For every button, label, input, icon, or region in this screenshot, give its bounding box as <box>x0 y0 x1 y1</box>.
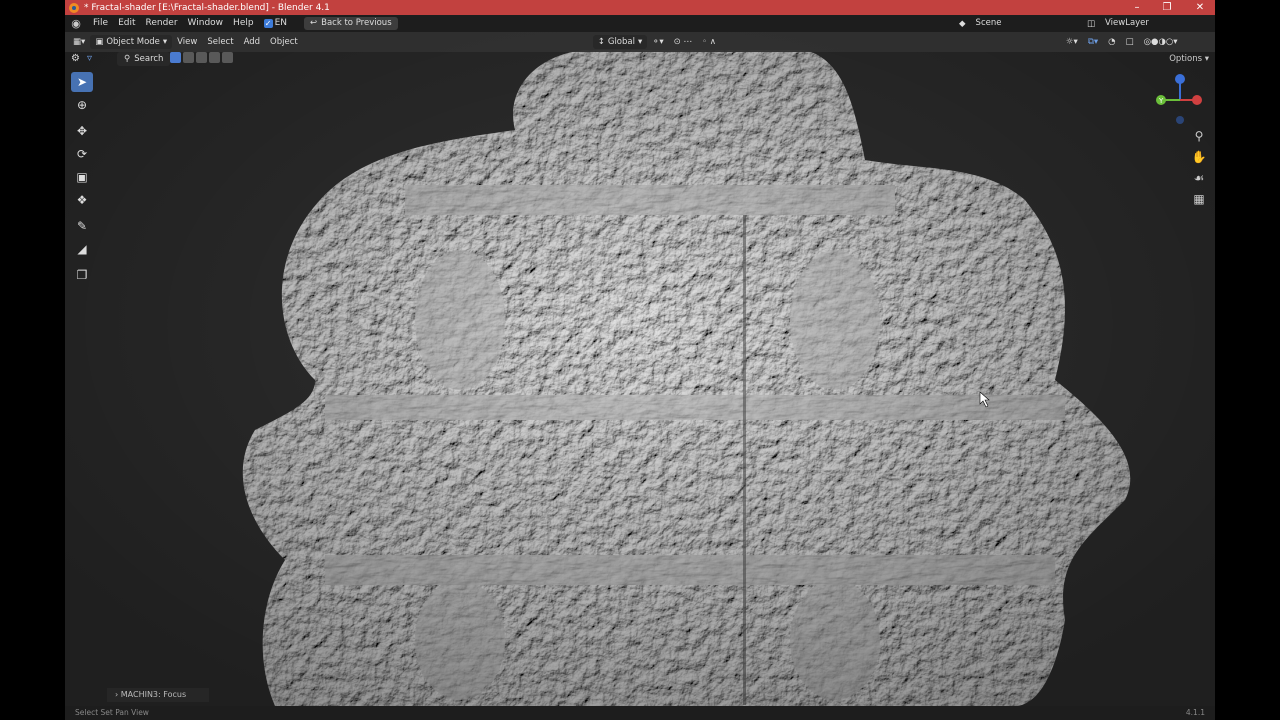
options-label: Options <box>1169 54 1203 64</box>
rotate-icon[interactable]: ⟳ <box>71 144 93 164</box>
pivot-icon[interactable]: ⚬▾ <box>647 32 668 52</box>
select-invert-mode[interactable] <box>209 52 220 63</box>
hand-icon[interactable]: ✋ <box>1191 149 1207 165</box>
menu-edit[interactable]: Edit <box>113 15 140 32</box>
view-layer-name-field[interactable]: ViewLayer <box>1101 17 1201 30</box>
menu-render[interactable]: Render <box>141 15 183 32</box>
transform-orientation-dropdown[interactable]: ↕ Global ▾ <box>592 35 648 49</box>
mode-label: Object Mode <box>106 37 160 47</box>
status-hints: Select Set Pan View <box>75 708 149 717</box>
select-subtract-mode[interactable] <box>196 52 207 63</box>
selection-mode-group <box>170 52 233 63</box>
view-layer-icon: ◫ <box>1087 18 1096 29</box>
gear-icon[interactable]: ⚙ <box>71 53 80 64</box>
gizmo-z-axis[interactable] <box>1175 74 1185 84</box>
search-label: Search <box>134 54 164 64</box>
title-bar: * Fractal-shader [E:\Fractal-shader.blen… <box>65 0 1215 15</box>
last-operator-label: MACHIN3: Focus <box>120 690 187 699</box>
options-dropdown[interactable]: Options ▾ <box>1169 52 1209 66</box>
orientation-icon: ↕ <box>597 37 605 47</box>
editor-type-icon[interactable]: ▦▾ <box>65 32 90 52</box>
select-box-icon[interactable]: ➤ <box>71 72 93 92</box>
snap-icon[interactable]: ⊙ ⋯ <box>669 32 697 52</box>
navigation-gizmo[interactable]: Y <box>1150 72 1205 127</box>
search-icon: ⚲ <box>124 54 131 64</box>
select-extend-mode[interactable] <box>183 52 194 63</box>
scene-name-field[interactable]: Scene <box>971 17 1086 30</box>
object-mode-icon: ▣ <box>95 37 104 47</box>
visibility-icon[interactable]: ☼▾ <box>1061 32 1083 52</box>
gizmo-x-axis[interactable] <box>1192 95 1202 105</box>
back-to-previous-label: Back to Previous <box>321 18 392 28</box>
select-new-mode[interactable] <box>170 52 181 63</box>
menu-view[interactable]: View <box>172 32 202 52</box>
mode-dropdown[interactable]: ▣ Object Mode ▾ <box>90 35 173 49</box>
window-title: * Fractal-shader [E:\Fractal-shader.blen… <box>84 2 330 13</box>
menu-select[interactable]: Select <box>202 32 238 52</box>
minimize-button[interactable]: – <box>1122 0 1152 15</box>
maximize-button[interactable]: ❐ <box>1152 0 1182 15</box>
menu-help[interactable]: Help <box>228 15 259 32</box>
status-bar: Select Set Pan View 4.1.1 <box>65 706 1215 720</box>
select-intersect-mode[interactable] <box>222 52 233 63</box>
close-window-button[interactable]: ✕ <box>1185 0 1215 15</box>
language-checkbox[interactable]: ✓ <box>263 19 273 28</box>
search-field[interactable]: ⚲ Search <box>117 52 171 66</box>
menu-object[interactable]: Object <box>265 32 303 52</box>
scene-icon: ◆ <box>959 18 966 29</box>
xray-icon[interactable]: □ <box>1121 32 1139 52</box>
last-operator-panel[interactable]: › MACHIN3: Focus <box>107 688 209 702</box>
gizmo-neg-z[interactable] <box>1176 116 1184 124</box>
left-toolbar: ➤ ⊕ ✥ ⟳ ▣ ❖ ✎ ◢ ❐ <box>71 72 95 288</box>
camera-icon[interactable]: ☙ <box>1191 170 1207 186</box>
back-to-previous-button[interactable]: ↩ Back to Previous <box>304 17 398 30</box>
chevron-down-icon: ▾ <box>162 37 168 47</box>
grid-icon[interactable]: ▦ <box>1191 191 1207 207</box>
overlay-toggle-icon[interactable]: ◔ <box>1103 32 1120 52</box>
menu-file[interactable]: File <box>88 15 113 32</box>
back-icon: ↩ <box>310 18 318 28</box>
proportional-edit-icon[interactable]: ◦ ∧ <box>697 32 721 52</box>
add-cube-icon[interactable]: ❐ <box>71 265 93 285</box>
viewport-fractal-render <box>65 0 1215 720</box>
view-layer-selector[interactable]: ◫ ViewLayer <box>1087 17 1201 30</box>
gizmo-y-label: Y <box>1158 97 1164 105</box>
blender-logo-icon <box>69 2 79 13</box>
shading-modes-icon[interactable]: ◎●◑○▾ <box>1139 32 1183 52</box>
menu-add[interactable]: Add <box>239 32 265 52</box>
menu-window[interactable]: Window <box>183 15 229 32</box>
fractal-body <box>65 0 1215 720</box>
language-label: EN <box>274 18 287 28</box>
measure-icon[interactable]: ◢ <box>71 239 93 259</box>
scene-selector[interactable]: ◆ Scene <box>959 17 1086 30</box>
version-label: 4.1.1 <box>1185 708 1205 717</box>
orientation-label: Global <box>607 37 635 47</box>
gizmo-toggle-icon[interactable]: ⧉▾ <box>1083 32 1103 52</box>
filter-icon[interactable]: ▿ <box>87 53 92 64</box>
scale-icon[interactable]: ▣ <box>71 167 93 187</box>
annotate-icon[interactable]: ✎ <box>71 216 93 236</box>
blender-menu-icon[interactable]: ◉ <box>70 17 82 30</box>
move-icon[interactable]: ✥ <box>71 121 93 141</box>
transform-icon[interactable]: ❖ <box>71 190 93 210</box>
viewport-header: ▦▾ ▣ Object Mode ▾ View Select Add Objec… <box>65 32 1215 52</box>
zoom-icon[interactable]: ⚲ <box>1191 128 1207 144</box>
chevron-down-icon: ▾ <box>637 37 643 47</box>
cursor-icon[interactable]: ⊕ <box>71 95 93 115</box>
blender-window: * Fractal-shader [E:\Fractal-shader.blen… <box>65 0 1215 720</box>
